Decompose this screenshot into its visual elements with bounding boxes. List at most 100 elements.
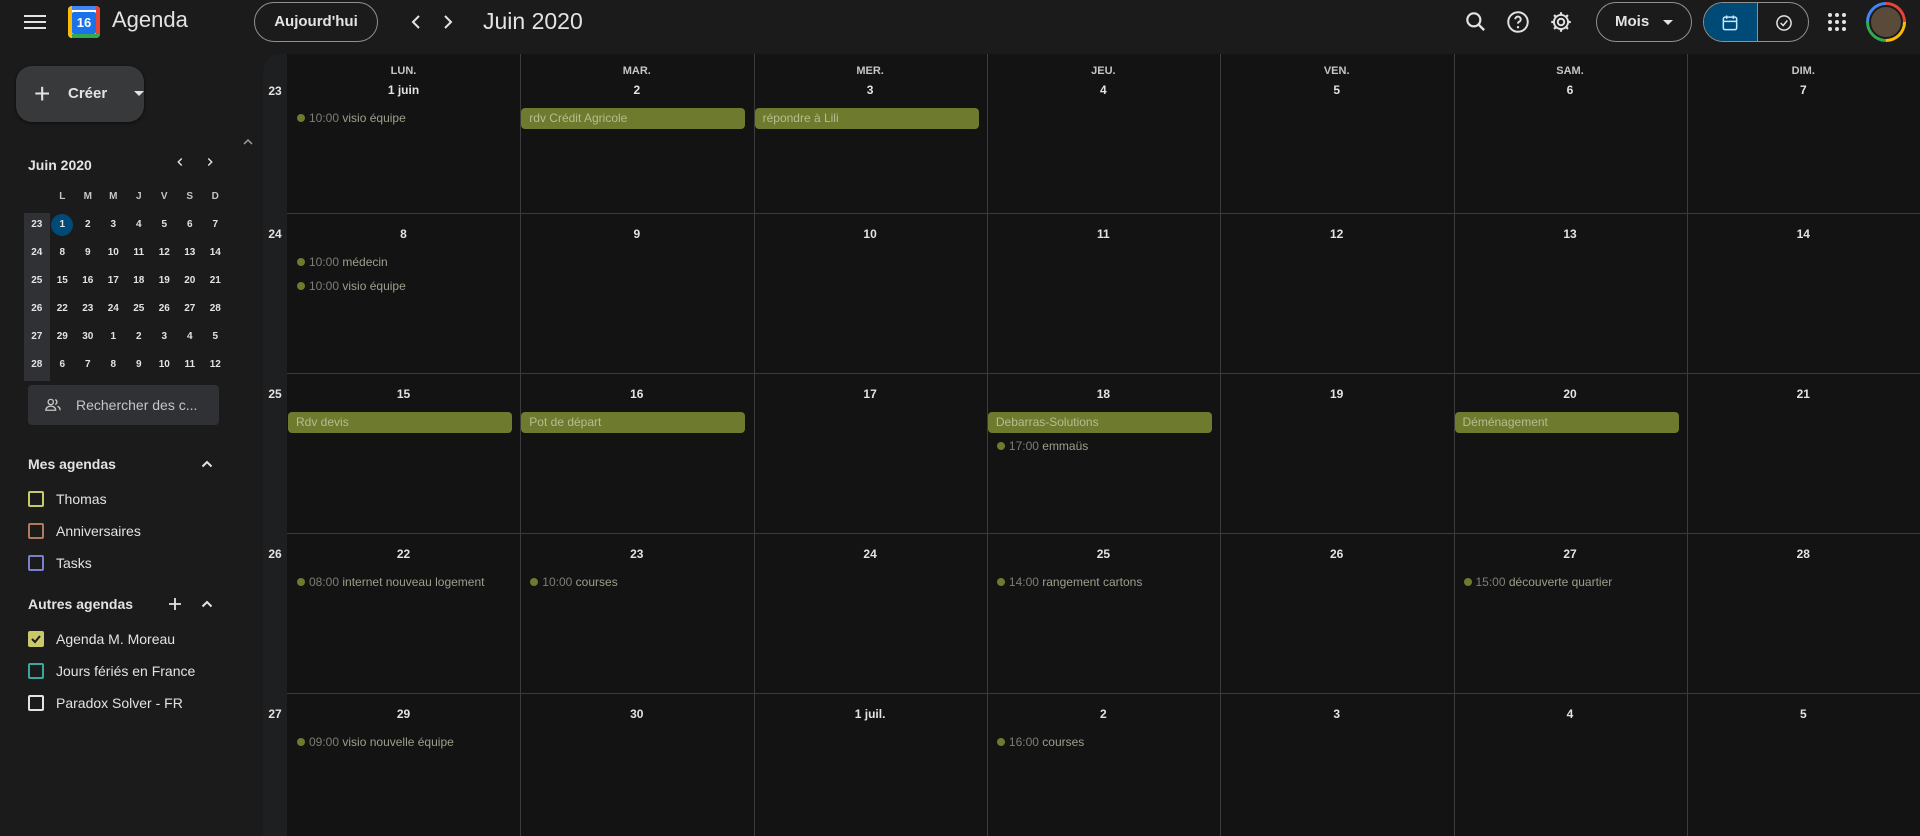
view-selector-button[interactable]: Mois [1596,2,1692,42]
search-people-input[interactable]: Rechercher des c... [28,385,219,425]
day-number[interactable]: 2 [520,83,753,97]
timed-event[interactable]: 10:00 visio équipe [293,109,406,127]
mini-day-cell[interactable]: 21 [203,269,229,297]
chevron-up-icon[interactable] [201,458,213,470]
day-number[interactable]: 17 [754,387,987,401]
search-icon[interactable] [1463,9,1489,35]
mini-week-number[interactable]: 26 [24,297,50,325]
mini-day-cell[interactable]: 3 [101,213,127,241]
chevron-up-icon[interactable] [201,598,213,610]
mini-day-cell[interactable]: 15 [50,269,76,297]
timed-event[interactable]: 17:00 emmaüs [993,437,1088,455]
app-name[interactable]: Agenda [112,7,188,33]
day-number[interactable]: 16 [520,387,753,401]
all-day-event[interactable]: Déménagement [1454,412,1679,433]
day-number[interactable]: 19 [1220,387,1453,401]
apps-grid-icon[interactable] [1826,11,1848,33]
day-number[interactable]: 30 [520,707,753,721]
day-number[interactable]: 3 [1220,707,1453,721]
day-number[interactable]: 28 [1687,547,1920,561]
mini-day-cell[interactable]: 12 [152,241,178,269]
timed-event[interactable]: 09:00 visio nouvelle équipe [293,733,454,751]
tasks-view-toggle[interactable] [1757,3,1808,41]
week-number[interactable]: 27 [263,707,287,721]
mini-day-cell[interactable]: 2 [75,213,101,241]
mini-week-number[interactable]: 27 [24,325,50,353]
day-number[interactable]: 9 [520,227,753,241]
collapse-up-icon[interactable] [243,137,253,147]
mini-day-cell[interactable]: 7 [203,213,229,241]
day-number[interactable]: 20 [1454,387,1687,401]
mini-day-cell[interactable]: 29 [50,325,76,353]
day-number[interactable]: 14 [1687,227,1920,241]
day-number[interactable]: 18 [987,387,1220,401]
day-number[interactable]: 26 [1220,547,1453,561]
settings-gear-icon[interactable] [1548,9,1574,35]
mini-week-number[interactable]: 28 [24,353,50,381]
day-number[interactable]: 12 [1220,227,1453,241]
day-number[interactable]: 25 [987,547,1220,561]
account-avatar[interactable] [1866,2,1906,42]
mini-day-cell[interactable]: 27 [177,297,203,325]
mini-week-number[interactable]: 24 [24,241,50,269]
mini-day-cell[interactable]: 9 [126,353,152,381]
main-menu-icon[interactable] [24,12,46,30]
day-number[interactable]: 27 [1454,547,1687,561]
mini-day-cell[interactable]: 2 [126,325,152,353]
day-number[interactable]: 15 [287,387,520,401]
other-calendars-title[interactable]: Autres agendas [28,596,133,612]
mini-day-cell[interactable]: 11 [177,353,203,381]
mini-day-cell[interactable]: 4 [126,213,152,241]
mini-day-cell[interactable]: 28 [203,297,229,325]
previous-period-icon[interactable] [404,10,428,34]
create-button[interactable]: + Créer [16,66,144,122]
timed-event[interactable]: 10:00 visio équipe [293,277,406,295]
help-icon[interactable] [1505,9,1531,35]
mini-day-cell[interactable]: 14 [203,241,229,269]
day-number[interactable]: 1 juil. [754,707,987,721]
mini-day-cell[interactable]: 25 [126,297,152,325]
mini-day-cell[interactable]: 30 [75,325,101,353]
day-number[interactable]: 23 [520,547,753,561]
mini-day-cell[interactable]: 4 [177,325,203,353]
day-number[interactable]: 13 [1454,227,1687,241]
week-number[interactable]: 24 [263,227,287,241]
day-number[interactable]: 6 [1454,83,1687,97]
mini-day-cell[interactable]: 24 [101,297,127,325]
mini-day-cell[interactable]: 18 [126,269,152,297]
calendar-view-toggle[interactable] [1704,3,1757,41]
mini-day-cell[interactable]: 1 [50,213,76,241]
all-day-event[interactable]: Rdv devis [288,412,512,433]
day-number[interactable]: 4 [987,83,1220,97]
week-number[interactable]: 23 [263,84,287,98]
day-number[interactable]: 1 juin [287,83,520,97]
timed-event[interactable]: 10:00 médecin [293,253,388,271]
mini-day-cell[interactable]: 12 [203,353,229,381]
mini-day-cell[interactable]: 23 [75,297,101,325]
calendar-checkbox[interactable] [28,523,44,539]
next-period-icon[interactable] [436,10,460,34]
mini-day-cell[interactable]: 20 [177,269,203,297]
mini-day-cell[interactable]: 7 [75,353,101,381]
mini-day-cell[interactable]: 5 [152,213,178,241]
mini-day-cell[interactable]: 8 [50,241,76,269]
calendar-checkbox[interactable] [28,555,44,571]
all-day-event[interactable]: répondre à Lili [754,108,979,129]
day-number[interactable]: 29 [287,707,520,721]
timed-event[interactable]: 16:00 courses [993,733,1084,751]
mini-day-cell[interactable]: 3 [152,325,178,353]
mini-day-cell[interactable]: 16 [75,269,101,297]
timed-event[interactable]: 10:00 courses [526,573,618,591]
mini-next-month-icon[interactable] [203,155,217,174]
day-number[interactable]: 5 [1220,83,1453,97]
mini-week-number[interactable]: 25 [24,269,50,297]
calendar-logo-icon[interactable]: 16 [68,6,100,38]
timed-event[interactable]: 15:00 découverte quartier [1460,573,1612,591]
day-number[interactable]: 10 [754,227,987,241]
mini-day-cell[interactable]: 22 [50,297,76,325]
day-number[interactable]: 11 [987,227,1220,241]
mini-previous-month-icon[interactable] [173,155,187,174]
mini-day-cell[interactable]: 10 [101,241,127,269]
mini-day-cell[interactable]: 17 [101,269,127,297]
mini-week-number[interactable]: 23 [24,213,50,241]
